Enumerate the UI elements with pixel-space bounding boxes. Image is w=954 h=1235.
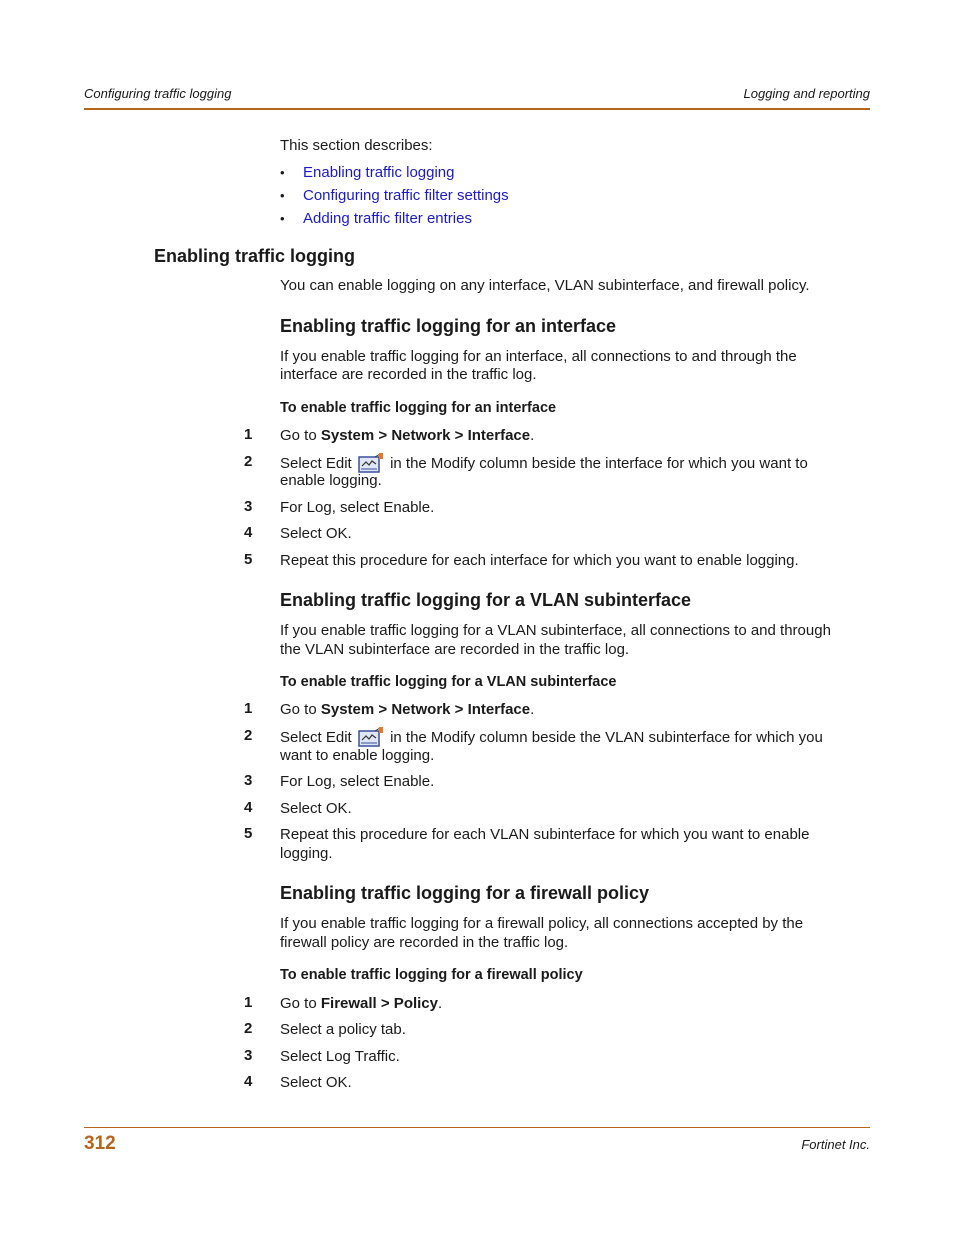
toc-item: • Configuring traffic filter settings — [280, 186, 509, 205]
section-text: You can enable logging on any interface,… — [280, 277, 810, 294]
step-text-pre: Go to — [280, 427, 321, 444]
step-number: 1 — [244, 994, 253, 1011]
running-header-left: Configuring traffic logging — [84, 86, 232, 101]
step-text-post: . — [438, 995, 443, 1012]
intro-text: This section describes: — [280, 137, 433, 154]
step-text: Repeat this procedure for each VLAN subi… — [280, 826, 810, 843]
step-text-pre: Go to — [280, 701, 321, 718]
interface-text-line2: interface are recorded in the traffic lo… — [280, 366, 537, 383]
edit-icon — [358, 727, 384, 747]
vlan-text-line1: If you enable traffic logging for a VLAN… — [280, 622, 831, 639]
interface-procedure-title: To enable traffic logging for an interfa… — [280, 400, 557, 416]
step-text-line2: logging. — [280, 845, 333, 862]
interface-text-line1: If you enable traffic logging for an int… — [280, 348, 797, 365]
footer-rule — [84, 1127, 870, 1128]
step-text-post: in the Modify column beside the interfac… — [390, 455, 808, 472]
page-number: 312 — [84, 1133, 116, 1154]
firewall-procedure-title: To enable traffic logging for a firewall… — [280, 967, 583, 983]
step-text-pre: Go to — [280, 995, 321, 1012]
step-text-post: in the Modify column beside the VLAN sub… — [390, 729, 823, 746]
step-number: 3 — [244, 1047, 253, 1064]
bullet-icon: • — [280, 188, 285, 203]
link-adding-traffic-filter-entries[interactable]: Adding traffic filter entries — [303, 209, 472, 228]
step-number: 3 — [244, 498, 253, 515]
step-text-line2: enable logging. — [280, 472, 382, 489]
step-text: Select OK. — [280, 1074, 352, 1091]
menu-path: Firewall > Policy — [320, 995, 438, 1012]
firewall-text-line2: firewall policy are recorded in the traf… — [280, 934, 569, 951]
step-number: 4 — [244, 1073, 253, 1090]
step-text: Go to Firewall > Policy. — [280, 994, 442, 1013]
footer-company: Fortinet Inc. — [801, 1137, 870, 1152]
step-text: Go to System > Network > Interface. — [280, 700, 534, 719]
step-number: 2 — [244, 1020, 253, 1037]
step-text-pre: Select Edit — [280, 729, 352, 746]
step-text: Select OK. — [280, 800, 352, 817]
step-text: Repeat this procedure for each interface… — [280, 552, 799, 569]
menu-path: System > Network > Interface — [320, 427, 531, 444]
bullet-icon: • — [280, 211, 285, 226]
toc-item: • Enabling traffic logging — [280, 163, 455, 182]
step-text-post: . — [530, 701, 535, 718]
link-enabling-traffic-logging[interactable]: Enabling traffic logging — [303, 163, 455, 182]
vlan-text-line2: the VLAN subinterface are recorded in th… — [280, 641, 630, 658]
step-number: 2 — [244, 727, 253, 744]
section-title: Enabling traffic logging — [154, 246, 355, 266]
edit-icon — [358, 453, 384, 473]
bullet-icon: • — [280, 165, 285, 180]
step-number: 1 — [244, 700, 253, 717]
step-text: For Log, select Enable. — [280, 773, 435, 790]
header-rule — [84, 108, 870, 110]
step-number: 5 — [244, 551, 253, 568]
step-text: Select Edit in the Modify column beside … — [280, 727, 823, 747]
interface-title: Enabling traffic logging for an interfac… — [280, 316, 617, 336]
step-text-line2: want to enable logging. — [280, 747, 435, 764]
vlan-title: Enabling traffic logging for a VLAN subi… — [280, 590, 692, 610]
step-text: For Log, select Enable. — [280, 499, 435, 516]
step-text: Go to System > Network > Interface. — [280, 426, 534, 445]
toc-item: • Adding traffic filter entries — [280, 209, 472, 228]
step-text: Select OK. — [280, 525, 352, 542]
step-text: Select Edit in the Modify column beside … — [280, 453, 808, 473]
vlan-procedure-title: To enable traffic logging for a VLAN sub… — [280, 674, 617, 690]
running-header-right: Logging and reporting — [743, 86, 871, 101]
menu-path: System > Network > Interface — [320, 701, 531, 718]
step-number: 5 — [244, 825, 253, 842]
step-number: 2 — [244, 453, 253, 470]
link-configuring-traffic-filter-settings[interactable]: Configuring traffic filter settings — [303, 186, 509, 205]
step-number: 3 — [244, 772, 253, 789]
step-text-pre: Select Edit — [280, 455, 352, 472]
step-number: 4 — [244, 524, 253, 541]
step-number: 1 — [244, 426, 253, 443]
firewall-title: Enabling traffic logging for a firewall … — [280, 883, 650, 903]
step-text: Select Log Traffic. — [280, 1048, 400, 1065]
step-text: Select a policy tab. — [280, 1021, 406, 1038]
firewall-text-line1: If you enable traffic logging for a fire… — [280, 915, 804, 932]
step-text-post: . — [530, 427, 535, 444]
step-number: 4 — [244, 799, 253, 816]
